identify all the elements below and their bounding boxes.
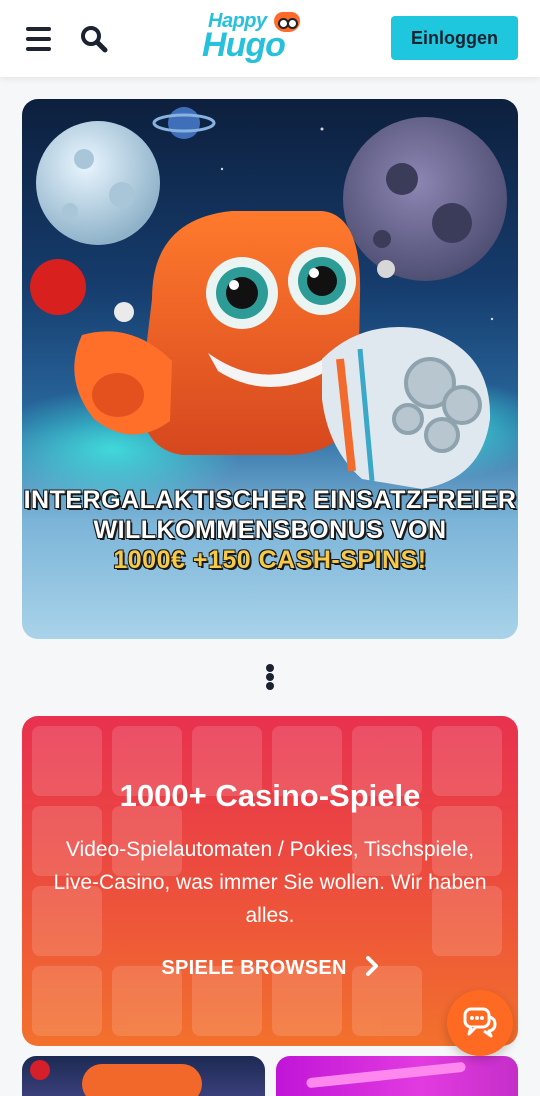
game-card-thumbnail[interactable] (22, 1056, 265, 1096)
chat-bubbles-icon (463, 1007, 497, 1038)
site-header: Happy Hugo Einloggen (0, 0, 540, 77)
game-card-thumbnail[interactable] (276, 1056, 518, 1096)
chat-button[interactable] (447, 990, 513, 1056)
casino-games-promo[interactable]: 1000+ Casino-Spiele Video-Spielautomaten… (22, 716, 518, 1046)
banner-line-2: WILLKOMMENSBONUS VON (93, 516, 447, 544)
login-button[interactable]: Einloggen (391, 16, 518, 60)
welcome-bonus-banner[interactable]: INTERGALAKTISCHER EINSATZFREIER WILLKOMM… (22, 99, 518, 639)
logo-mascot-icon (274, 12, 300, 32)
happy-hugo-logo[interactable]: Happy Hugo (200, 10, 302, 66)
promo-description: Video-Spielautomaten / Pokies, Tischspie… (53, 838, 487, 927)
browse-games-link[interactable]: SPIELE BROWSEN (22, 956, 518, 982)
more-dots-icon[interactable] (265, 663, 275, 691)
logo-hugo-text: Hugo (202, 26, 286, 64)
banner-line-1: INTERGALAKTISCHER EINSATZFREIER (23, 486, 517, 514)
banner-line-3: 1000€ +150 CASH-SPINS! (113, 546, 427, 574)
promo-title: 1000+ Casino-Spiele (119, 778, 421, 813)
banner-headline: INTERGALAKTISCHER EINSATZFREIER WILLKOMM… (22, 485, 518, 575)
browse-games-label: SPIELE BROWSEN (161, 957, 347, 979)
chevron-right-icon (365, 956, 379, 982)
hamburger-menu-icon[interactable] (26, 26, 52, 52)
search-icon[interactable] (80, 25, 108, 53)
